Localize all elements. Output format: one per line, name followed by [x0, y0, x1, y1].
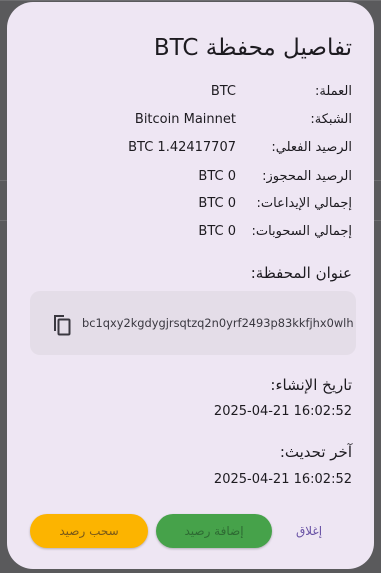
info-label: إجمالي الإيداعات: — [256, 196, 352, 211]
address-heading: عنوان المحفظة: — [250, 264, 352, 282]
created-value: 2025-04-21 16:02:52 — [213, 404, 352, 419]
created-heading: تاريخ الإنشاء: — [270, 376, 352, 394]
backdrop-divider — [374, 180, 381, 181]
info-row-reserved-balance: الرصيد المحجوز: BTC 0 — [7, 169, 374, 189]
backdrop-divider — [0, 220, 7, 221]
updated-value: 2025-04-21 16:02:52 — [213, 472, 352, 487]
backdrop-divider — [0, 180, 7, 181]
info-value: Bitcoin Mainnet — [134, 112, 236, 127]
wallet-address-text: bc1qxy2kgdygjrsqtzq2n0yrf2493p83kkfjhx0w… — [82, 316, 354, 330]
info-value: BTC 0 — [198, 196, 236, 211]
info-row-total-deposits: إجمالي الإيداعات: BTC 0 — [7, 196, 374, 216]
withdraw-button[interactable]: سحب رصيد — [30, 514, 148, 548]
deposit-button[interactable]: إضافة رصيد — [156, 514, 272, 548]
info-value: BTC 0 — [198, 224, 236, 239]
dialog-title: تفاصيل محفظة BTC — [153, 35, 352, 61]
wallet-address-box: bc1qxy2kgdygjrsqtzq2n0yrf2493p83kkfjhx0w… — [30, 291, 356, 355]
info-row-currency: العملة: BTC — [7, 84, 374, 104]
info-label: الرصيد الفعلي: — [271, 140, 352, 155]
info-label: إجمالي السحوبات: — [251, 224, 352, 239]
info-label: الشبكة: — [310, 112, 352, 127]
info-value: BTC 1.42417707 — [128, 140, 236, 155]
copy-icon[interactable] — [50, 313, 72, 337]
backdrop-divider — [374, 220, 381, 221]
close-button[interactable]: إغلاق — [284, 514, 334, 548]
info-row-actual-balance: الرصيد الفعلي: BTC 1.42417707 — [7, 140, 374, 160]
info-value: BTC 0 — [198, 169, 236, 184]
updated-heading: آخر تحديث: — [279, 443, 352, 461]
backdrop-divider — [0, 0, 381, 1]
wallet-details-dialog: تفاصيل محفظة BTC العملة: BTC الشبكة: Bit… — [7, 2, 374, 569]
info-value: BTC — [210, 84, 236, 99]
info-label: الرصيد المحجوز: — [262, 169, 352, 184]
info-row-network: الشبكة: Bitcoin Mainnet — [7, 112, 374, 132]
info-row-total-withdrawals: إجمالي السحوبات: BTC 0 — [7, 224, 374, 244]
info-label: العملة: — [314, 84, 352, 99]
